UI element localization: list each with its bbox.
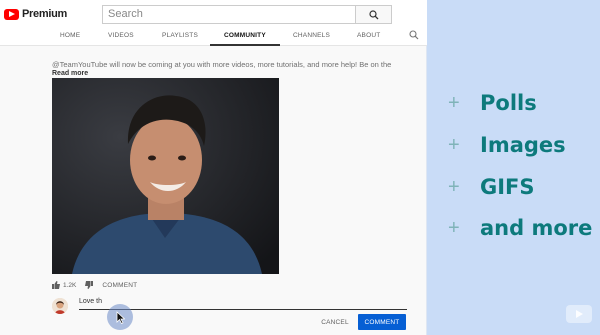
- feature-gifs: + GIFS: [448, 175, 535, 199]
- tab-community[interactable]: COMMUNITY: [224, 32, 266, 39]
- plus-icon: +: [448, 91, 460, 114]
- tab-channels[interactable]: CHANNELS: [293, 32, 330, 39]
- youtube-watermark-icon: [566, 305, 592, 323]
- youtube-channel-panel: Premium Search HOME VIDEOS PLAYLISTS COM…: [0, 0, 427, 335]
- top-bar: Premium Search: [0, 0, 427, 30]
- tab-home[interactable]: HOME: [60, 32, 80, 39]
- post-text: @TeamYouTube will now be coming at you w…: [52, 60, 392, 69]
- avatar-image: [52, 298, 68, 314]
- feature-more: + and more: [448, 216, 592, 240]
- brand-label: Premium: [22, 8, 67, 20]
- active-tab-indicator: [210, 44, 280, 46]
- thumbs-down-icon[interactable]: [85, 281, 94, 289]
- read-more-link[interactable]: Read more: [52, 70, 88, 77]
- mouse-pointer-icon: [116, 311, 125, 324]
- post-actions: 1.2K COMMENT: [52, 281, 137, 289]
- feature-images: + Images: [448, 133, 566, 157]
- feature-label: GIFS: [480, 175, 535, 199]
- post-image[interactable]: [52, 78, 279, 274]
- youtube-premium-logo[interactable]: Premium: [4, 8, 67, 20]
- submit-comment-button[interactable]: COMMENT: [358, 314, 406, 330]
- comment-link[interactable]: COMMENT: [102, 282, 137, 289]
- cancel-button[interactable]: CANCEL: [318, 314, 352, 330]
- channel-tabs: HOME VIDEOS PLAYLISTS COMMUNITY CHANNELS…: [0, 30, 427, 46]
- feature-label: Polls: [480, 91, 537, 115]
- search-input[interactable]: Search: [102, 5, 356, 24]
- tab-videos[interactable]: VIDEOS: [108, 32, 134, 39]
- feature-polls: + Polls: [448, 91, 537, 115]
- plus-icon: +: [448, 175, 460, 198]
- user-avatar: [52, 298, 68, 314]
- tab-playlists[interactable]: PLAYLISTS: [162, 32, 198, 39]
- feature-label: and more: [480, 216, 593, 240]
- plus-icon: +: [448, 133, 460, 156]
- feature-label: Images: [480, 133, 566, 157]
- thumbs-up-icon[interactable]: [52, 281, 60, 289]
- youtube-play-icon: [4, 8, 19, 20]
- like-count: 1.2K: [63, 281, 77, 289]
- plus-icon: +: [448, 216, 460, 239]
- search-icon: [368, 9, 378, 19]
- search-button[interactable]: [356, 5, 392, 24]
- portrait-photo: [52, 78, 279, 274]
- tab-about[interactable]: ABOUT: [357, 32, 380, 39]
- channel-search-icon[interactable]: [409, 30, 419, 40]
